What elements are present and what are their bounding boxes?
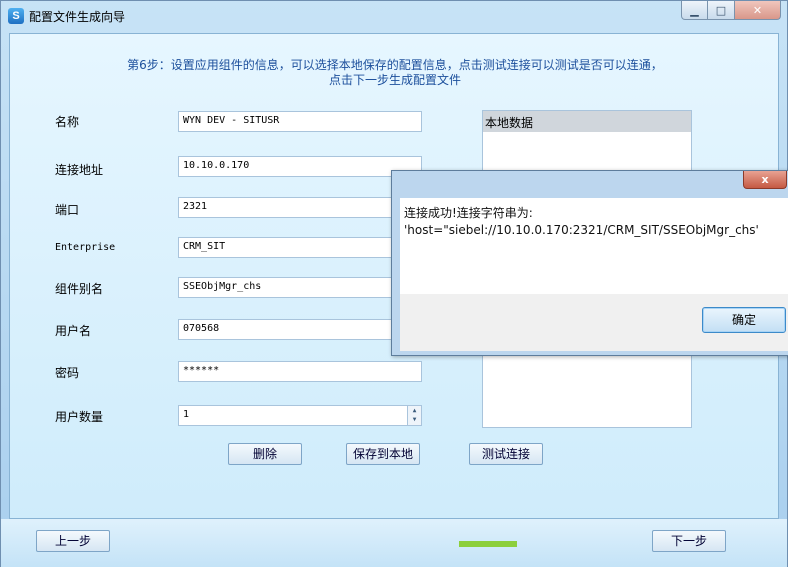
enterprise-label: Enterprise bbox=[55, 242, 116, 253]
window-controls: ▁ □ ✕ bbox=[681, 1, 781, 21]
password-label: 密码 bbox=[55, 366, 80, 380]
minimize-icon: ▁ bbox=[690, 3, 699, 17]
step-description: 第6步：设置应用组件的信息，可以选择本地保存的配置信息，点击测试连接可以测试是否… bbox=[10, 58, 780, 88]
alias-input[interactable]: SSEObjMgr_chs bbox=[178, 277, 422, 298]
user-count-value: 1 bbox=[183, 409, 190, 420]
wizard-footer: 上一步 下一步 bbox=[1, 519, 787, 567]
dialog-message: 连接成功!连接字符串为: 'host="siebel://10.10.0.170… bbox=[404, 205, 759, 239]
message-dialog: x 连接成功!连接字符串为: 'host="siebel://10.10.0.1… bbox=[391, 170, 788, 356]
spin-up-icon[interactable]: ▲ bbox=[408, 406, 421, 415]
close-button[interactable]: ✕ bbox=[735, 1, 781, 20]
title-bar[interactable]: S 配置文件生成向导 ▁ □ ✕ bbox=[1, 1, 787, 31]
password-input[interactable]: ****** bbox=[178, 361, 422, 382]
dialog-message-line1: 连接成功!连接字符串为: bbox=[404, 206, 533, 220]
delete-button[interactable]: 删除 bbox=[228, 443, 302, 465]
local-data-header: 本地数据 bbox=[483, 111, 691, 132]
dialog-footer: 确定 bbox=[400, 294, 788, 351]
dialog-message-line2: 'host="siebel://10.10.0.170:2321/CRM_SIT… bbox=[404, 223, 759, 237]
close-icon: x bbox=[761, 173, 769, 186]
ok-button[interactable]: 确定 bbox=[702, 307, 786, 333]
prev-step-button[interactable]: 上一步 bbox=[36, 530, 110, 552]
user-count-input[interactable]: 1 ▲ ▼ bbox=[178, 405, 422, 426]
username-input[interactable]: 070568 bbox=[178, 319, 422, 340]
user-count-spinner[interactable]: ▲ ▼ bbox=[407, 406, 421, 425]
window-title: 配置文件生成向导 bbox=[29, 10, 126, 24]
step-description-line1: 第6步：设置应用组件的信息，可以选择本地保存的配置信息，点击测试连接可以测试是否… bbox=[127, 58, 663, 72]
maximize-button[interactable]: □ bbox=[708, 1, 735, 20]
test-connection-button[interactable]: 测试连接 bbox=[469, 443, 543, 465]
dialog-close-button[interactable]: x bbox=[743, 171, 787, 189]
enterprise-input[interactable]: CRM_SIT bbox=[178, 237, 422, 258]
step-description-line2: 点击下一步生成配置文件 bbox=[328, 73, 461, 87]
port-input[interactable]: 2321 bbox=[178, 197, 422, 218]
username-label: 用户名 bbox=[55, 324, 92, 338]
progress-indicator bbox=[459, 541, 517, 547]
minimize-button[interactable]: ▁ bbox=[681, 1, 708, 20]
save-local-button[interactable]: 保存到本地 bbox=[346, 443, 420, 465]
address-input[interactable]: 10.10.0.170 bbox=[178, 156, 422, 177]
address-label: 连接地址 bbox=[55, 163, 104, 177]
port-label: 端口 bbox=[55, 203, 80, 217]
name-input[interactable]: WYN DEV - SITUSR bbox=[178, 111, 422, 132]
user-count-label: 用户数量 bbox=[55, 410, 104, 424]
alias-label: 组件别名 bbox=[55, 282, 104, 296]
spin-down-icon[interactable]: ▼ bbox=[408, 415, 421, 424]
next-step-button[interactable]: 下一步 bbox=[652, 530, 726, 552]
close-icon: ✕ bbox=[752, 3, 763, 17]
app-logo-icon: S bbox=[8, 8, 24, 24]
name-label: 名称 bbox=[55, 115, 80, 129]
maximize-icon: □ bbox=[715, 3, 727, 17]
